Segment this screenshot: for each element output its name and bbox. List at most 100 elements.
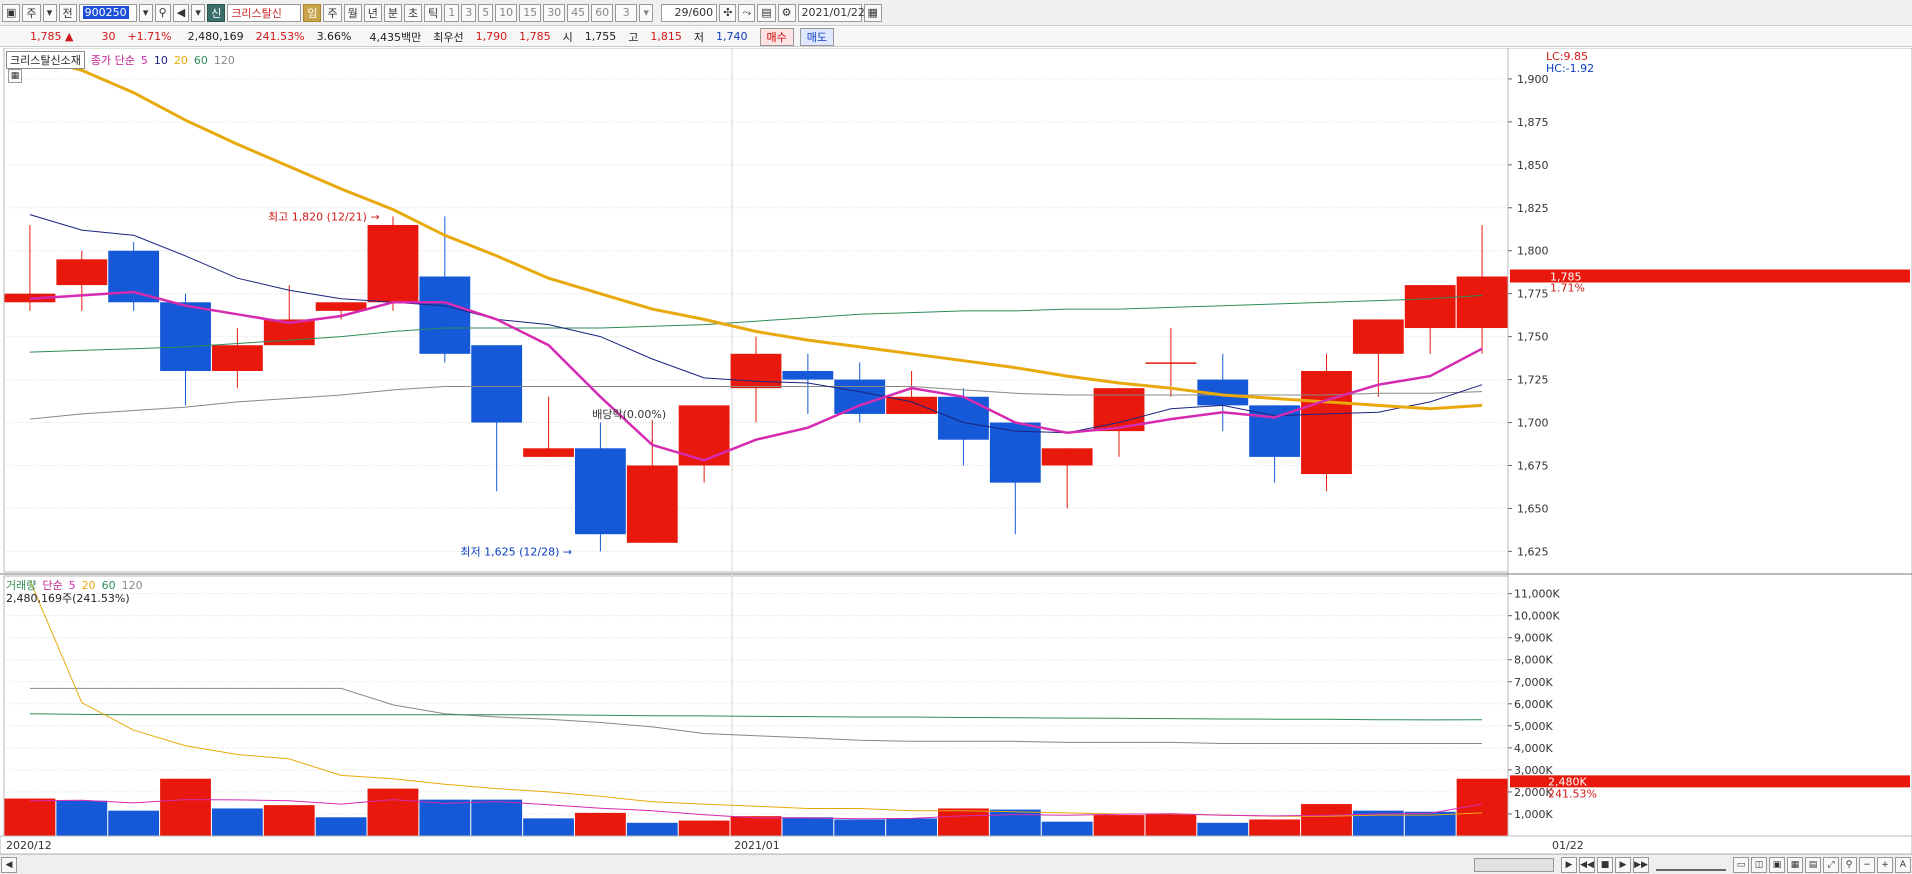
candle[interactable] <box>1301 370 1352 475</box>
buy-button[interactable]: 매수 <box>759 27 794 46</box>
volume-bar[interactable] <box>523 818 574 836</box>
volume-bar[interactable] <box>160 778 211 836</box>
data-count-field[interactable]: 29/600 <box>661 3 718 22</box>
volume-bar[interactable] <box>1093 815 1145 836</box>
gear-icon[interactable]: ⚙ <box>777 3 796 22</box>
volume-bar[interactable] <box>678 820 730 836</box>
grid-icon[interactable]: ▦ <box>1787 856 1803 873</box>
period-button-minute[interactable]: 분 <box>383 3 402 22</box>
candle[interactable] <box>938 396 989 440</box>
candle[interactable] <box>108 250 160 303</box>
minute-button-30[interactable]: 30 <box>543 3 566 22</box>
interval-select[interactable]: 3 <box>615 3 638 22</box>
candle[interactable] <box>1352 319 1404 354</box>
crosshair-icon[interactable]: ✣ <box>719 3 737 22</box>
volume-bar[interactable] <box>575 812 626 836</box>
chevron-down-icon[interactable]: ▾ <box>191 3 206 22</box>
volume-bar[interactable] <box>938 808 989 836</box>
candle[interactable] <box>1145 362 1197 364</box>
speaker-icon[interactable]: ◀ <box>172 3 190 22</box>
volume-bar[interactable] <box>263 805 315 836</box>
candle[interactable] <box>315 302 367 311</box>
zoom-out-icon[interactable]: − <box>1859 856 1875 873</box>
candle[interactable] <box>367 224 419 303</box>
window-menu-icon[interactable]: ▣ <box>2 3 21 22</box>
period-button-second[interactable]: 초 <box>403 3 423 22</box>
code-dropdown-icon[interactable]: ▾ <box>138 3 153 22</box>
expand-icon[interactable]: ⤢ <box>1823 856 1839 873</box>
volume-bar[interactable] <box>4 798 56 836</box>
candle[interactable] <box>678 405 730 466</box>
volume-bar[interactable] <box>56 800 108 836</box>
legend-ma120[interactable]: 120 <box>214 54 235 67</box>
minute-button-3[interactable]: 3 <box>461 3 477 22</box>
candle[interactable] <box>211 345 263 371</box>
candle[interactable] <box>575 448 626 535</box>
split-icon[interactable]: ◫ <box>1751 856 1767 873</box>
volume-bar[interactable] <box>1041 821 1093 836</box>
volume-bar[interactable] <box>108 810 160 836</box>
scope-select[interactable]: 전 <box>58 3 77 22</box>
volume-bar[interactable] <box>626 822 678 836</box>
legend-ma60[interactable]: 60 <box>194 54 208 67</box>
legend-ma-label[interactable]: 종가 단순 <box>91 52 135 68</box>
overlay-icon[interactable]: ▣ <box>1769 856 1785 873</box>
volume-bar[interactable] <box>886 818 937 836</box>
candle[interactable] <box>56 259 108 286</box>
calendar-icon[interactable]: ▦ <box>863 3 882 22</box>
draw-tool-icon[interactable]: ⤳ <box>738 3 756 22</box>
date-field[interactable]: 2021/01/22 <box>797 3 865 22</box>
period-button-tick[interactable]: 틱 <box>424 3 443 22</box>
candle[interactable] <box>834 379 886 414</box>
play-icon[interactable]: ▶ <box>1615 856 1631 873</box>
volume-bar[interactable] <box>834 819 886 836</box>
rewind-icon[interactable]: ◀◀ <box>1579 856 1595 873</box>
zoom-slider[interactable] <box>1656 859 1726 871</box>
legend-stock-name[interactable]: 크리스탈신소재 <box>6 51 85 69</box>
volume-bar[interactable] <box>1301 804 1352 836</box>
candle[interactable] <box>730 353 782 389</box>
candle[interactable] <box>523 448 574 457</box>
volume-bar[interactable] <box>367 788 419 836</box>
market-select[interactable]: 주 <box>22 3 41 22</box>
volume-bar[interactable] <box>730 816 782 836</box>
volume-bar[interactable] <box>989 809 1041 836</box>
candle[interactable] <box>160 302 211 371</box>
fast-forward-icon[interactable]: ▶▶ <box>1633 856 1649 873</box>
stop-icon[interactable]: ■ <box>1597 856 1613 873</box>
font-size-icon[interactable]: A <box>1895 856 1911 873</box>
minute-button-1[interactable]: 1 <box>444 3 460 22</box>
scroll-left-icon[interactable]: ◀ <box>1 856 17 873</box>
scroll-right-icon[interactable]: ▶ <box>1561 856 1577 873</box>
stock-chart[interactable]: 1,900 1,875 1,850 1,825 1,800 1,775 1,750 1,725… <box>0 48 1912 854</box>
zoom-in-icon[interactable]: + <box>1877 856 1893 873</box>
minute-button-60[interactable]: 60 <box>591 3 614 22</box>
chevron-down-icon[interactable]: ▾ <box>42 3 57 22</box>
volume-bar[interactable] <box>782 817 834 836</box>
table-icon[interactable]: ▦ <box>8 69 22 83</box>
legend-ma5[interactable]: 5 <box>141 54 148 67</box>
period-button-week[interactable]: 주 <box>323 3 342 22</box>
chevron-down-icon[interactable]: ▾ <box>639 3 654 22</box>
scroll-thumb[interactable] <box>1474 857 1554 872</box>
candle[interactable] <box>1404 285 1456 329</box>
minute-button-10[interactable]: 10 <box>495 3 518 22</box>
candle[interactable] <box>626 465 678 543</box>
period-button-month[interactable]: 월 <box>343 3 362 22</box>
legend-ma10[interactable]: 10 <box>154 54 168 67</box>
legend-ma20[interactable]: 20 <box>174 54 188 67</box>
volume-bar[interactable] <box>1197 822 1249 836</box>
candle[interactable] <box>1456 276 1508 329</box>
print-icon[interactable]: ▤ <box>1805 856 1821 873</box>
zoom-search-icon[interactable]: ⚲ <box>1841 856 1857 873</box>
volume-bar[interactable] <box>315 817 367 836</box>
volume-bar[interactable] <box>471 799 523 836</box>
candle[interactable] <box>1249 405 1301 457</box>
candle[interactable] <box>886 396 937 414</box>
period-button-year[interactable]: 년 <box>363 3 382 22</box>
sell-button[interactable]: 매도 <box>799 27 834 46</box>
save-icon[interactable]: ▤ <box>757 3 776 22</box>
stock-code-input[interactable]: 900250 <box>78 3 137 22</box>
search-icon[interactable]: ⚲ <box>154 3 171 22</box>
candle[interactable] <box>419 276 471 354</box>
